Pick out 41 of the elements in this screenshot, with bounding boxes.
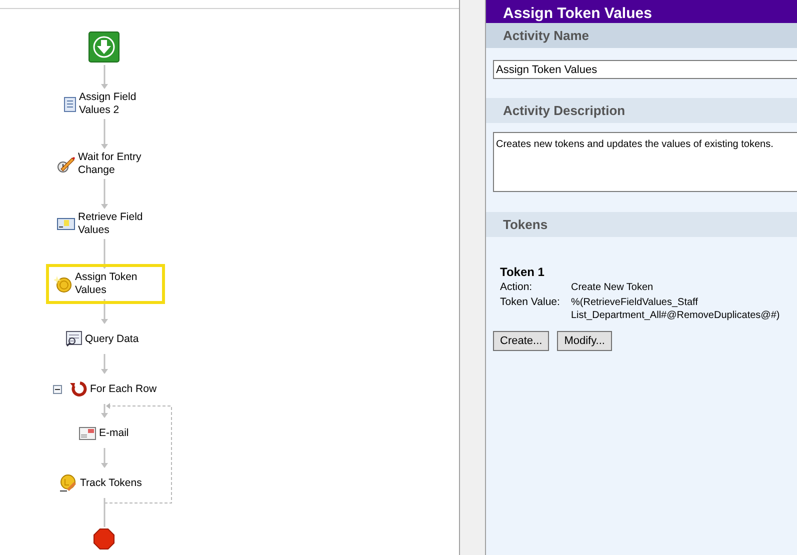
activity-label[interactable]: Wait for Entry Change [78,151,158,177]
stop-icon [93,528,115,550]
field-value: Create New Token [571,281,654,294]
coin-pencil-icon [59,474,77,492]
token-button[interactable]: Modify... [557,331,612,351]
connector-line [104,498,106,527]
activity-label[interactable]: E-mail [99,426,129,440]
field-label: Token Value: [500,296,561,310]
envelope-icon [79,426,96,440]
connector-arrow [101,354,108,374]
connector-arrow [101,239,108,269]
field-value: %(RetrieveFieldValues_Staff List_Department_All#@RemoveDuplicates@#) [571,296,781,322]
activity-label[interactable]: Assign Token Values [75,271,155,297]
token-button[interactable]: Create... [493,331,550,351]
query-icon [66,331,82,347]
description-field[interactable]: Creates new tokens and updates the values of existing tokens. [493,132,797,192]
panel-title: Assign Token Values [503,6,652,23]
connector-arrow [101,448,108,468]
activity-label[interactable]: For Each Row [90,382,157,396]
start-icon [88,31,120,63]
field-icon [57,218,75,230]
name-field[interactable]: Assign Token Values [493,60,797,79]
document-icon [64,96,76,112]
field-label: Action: [500,281,534,294]
connector-arrow [101,404,108,418]
token-title: Token 1 [500,265,546,279]
connector-arrow [101,179,108,209]
activity-label[interactable]: Retrieve Field Values [78,211,158,237]
connector-arrow [101,119,108,149]
activity-label[interactable]: Track Tokens [80,476,142,490]
section-header: Tokens [486,212,797,237]
connector-arrow [101,299,108,324]
activity-label[interactable]: Assign Field Values 2 [79,91,159,117]
coin-icon [54,275,72,293]
activity-label[interactable]: Query Data [85,332,139,346]
connector-arrow [101,65,108,89]
pencil-clock-icon [57,155,75,173]
collapse-icon[interactable] [53,384,62,394]
loop-icon [69,380,87,398]
section-header: Activity Name [486,23,797,48]
section-header: Activity Description [486,98,797,123]
